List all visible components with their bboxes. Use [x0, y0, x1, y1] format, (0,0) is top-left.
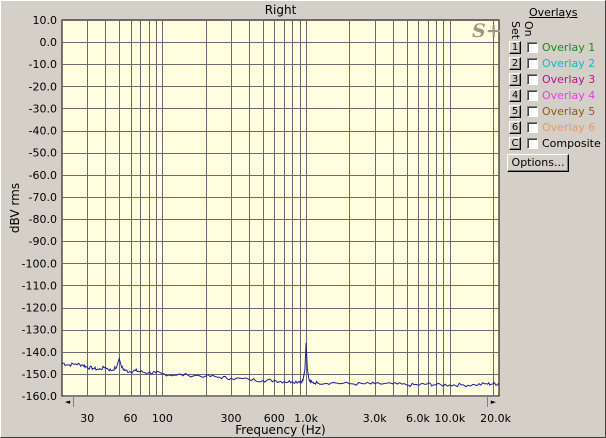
overlay-label: Overlay 5: [542, 105, 596, 118]
y-tick-label: -80.0: [29, 213, 57, 226]
set-button[interactable]: 3: [509, 73, 521, 86]
overlay-checkbox[interactable]: [527, 90, 538, 101]
overlay-checkbox[interactable]: [527, 122, 538, 133]
plot-area: [61, 19, 500, 397]
overlay-row: 1 Overlay 1: [509, 40, 605, 56]
overlay-checkbox[interactable]: [527, 42, 538, 53]
splus-logo: S+: [472, 20, 502, 42]
y-tick-label: -10.0: [29, 58, 57, 71]
y-tick-label: -90.0: [29, 235, 57, 248]
y-tick-label: -30.0: [29, 102, 57, 115]
overlay-row: 6 Overlay 6: [509, 120, 605, 136]
y-tick-label: -70.0: [29, 191, 57, 204]
x-axis-label: Frequency (Hz): [235, 423, 326, 437]
scroll-right-arrow-icon[interactable]: ►: [487, 397, 499, 407]
overlay-row: 5 Overlay 5: [509, 104, 605, 120]
overlay-row: 4 Overlay 4: [509, 88, 605, 104]
overlay-label: Composite: [542, 137, 601, 150]
set-button[interactable]: 1: [509, 41, 521, 54]
y-tick-label: -50.0: [29, 147, 57, 160]
set-column-header: Set: [509, 21, 522, 40]
options-button[interactable]: Options...: [507, 154, 569, 172]
overlays-header: Overlays: [529, 6, 578, 19]
overlay-checkbox[interactable]: [527, 58, 538, 69]
y-tick-label: 0.0: [40, 36, 58, 49]
set-button[interactable]: 6: [509, 121, 521, 134]
on-column-header: On: [522, 21, 535, 37]
y-axis-label: dBV rms: [8, 182, 22, 234]
overlay-label: Overlay 6: [542, 121, 596, 134]
y-tick-label: -60.0: [29, 169, 57, 182]
y-tick-label: -40.0: [29, 125, 57, 138]
set-button[interactable]: 5: [509, 105, 521, 118]
y-axis-label-area: dBV rms: [0, 20, 30, 396]
overlay-checkbox[interactable]: [527, 74, 538, 85]
overlay-checkbox[interactable]: [527, 106, 538, 117]
y-tick-label: 10.0: [33, 14, 58, 27]
y-tick-label: -20.0: [29, 80, 57, 93]
overlay-row: 3 Overlay 3: [509, 72, 605, 88]
overlay-label: Overlay 2: [542, 57, 596, 70]
scroll-left-arrow-icon[interactable]: ◄: [62, 397, 74, 407]
set-button[interactable]: 4: [509, 89, 521, 102]
overlay-label: Overlay 3: [542, 73, 596, 86]
overlay-label: Overlay 4: [542, 89, 596, 102]
overlay-checkbox[interactable]: [527, 138, 538, 149]
overlay-row: 2 Overlay 2: [509, 56, 605, 72]
overlay-label: Overlay 1: [542, 41, 596, 54]
set-button[interactable]: C: [509, 137, 521, 150]
overlay-row: C Composite: [509, 136, 605, 152]
set-button[interactable]: 2: [509, 57, 521, 70]
horizontal-scrollbar[interactable]: ◄ ►: [62, 396, 499, 407]
